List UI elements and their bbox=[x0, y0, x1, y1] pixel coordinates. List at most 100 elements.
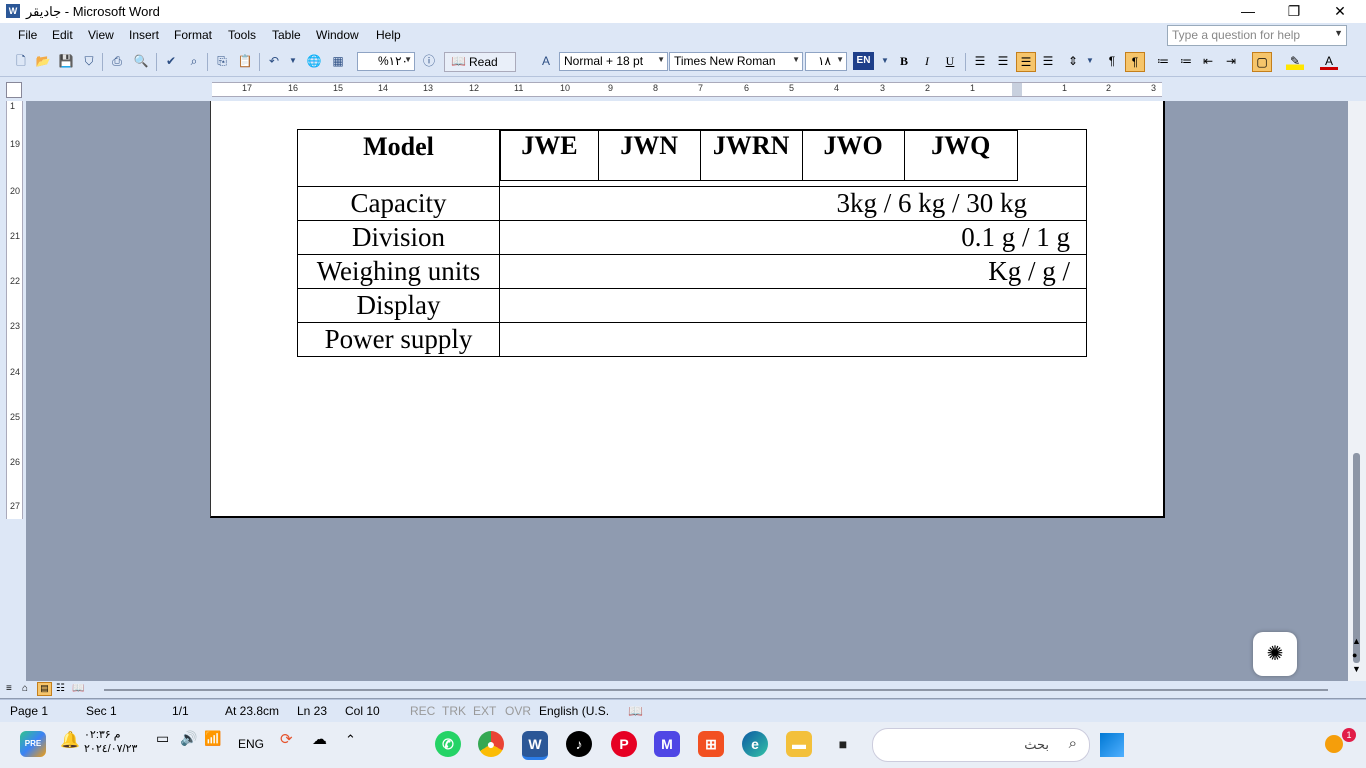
onedrive-icon[interactable]: ☁ bbox=[312, 730, 327, 748]
pinterest-icon[interactable]: P bbox=[611, 731, 637, 757]
undo-icon[interactable]: ↶ bbox=[265, 52, 283, 70]
tab-selector[interactable] bbox=[6, 82, 22, 98]
row-value-power-supply[interactable] bbox=[499, 322, 1087, 357]
specification-table[interactable]: Model JWE JWN JWRN JWO JWQ Capacity 3kg … bbox=[297, 129, 1087, 357]
model-jwrn[interactable]: JWRN bbox=[699, 130, 803, 181]
font-size-dropdown[interactable]: ۱۸ ▼ bbox=[805, 52, 847, 71]
chevron-down-icon[interactable]: ▼ bbox=[284, 52, 302, 70]
row-value-display[interactable] bbox=[499, 288, 1087, 323]
print-layout-icon[interactable]: ▤ bbox=[37, 682, 52, 696]
styles-icon[interactable]: A bbox=[537, 52, 555, 70]
insert-table-icon[interactable]: ▦ bbox=[329, 52, 347, 70]
highlight-icon[interactable]: ✎ bbox=[1286, 52, 1304, 70]
model-jwo[interactable]: JWO bbox=[801, 130, 905, 181]
copy-icon[interactable]: ⎘ bbox=[213, 52, 231, 70]
normal-view-icon[interactable]: ≡ bbox=[6, 683, 12, 694]
hyperlink-icon[interactable]: 🌐 bbox=[305, 52, 323, 70]
spelling-icon[interactable]: ✔ bbox=[162, 52, 180, 70]
clock[interactable]: ۰۲:۳۶ م ۲۰۲٤/۰۷/۲۳ bbox=[84, 728, 137, 756]
browse-object-icon[interactable]: ● bbox=[1352, 650, 1357, 660]
file-explorer-icon[interactable]: ▬ bbox=[786, 731, 812, 757]
wifi-icon[interactable]: 📶 bbox=[204, 730, 221, 747]
help-icon[interactable]: ⓘ bbox=[420, 52, 438, 70]
widgets-icon[interactable]: PRE bbox=[20, 731, 46, 757]
font-dropdown[interactable]: Times New Roman ▼ bbox=[669, 52, 803, 71]
menu-table[interactable]: Table bbox=[272, 28, 301, 42]
outline-view-icon[interactable]: ☷ bbox=[56, 683, 65, 694]
notification-app-icon[interactable] bbox=[1325, 735, 1343, 753]
borders-icon[interactable]: ▢ bbox=[1252, 52, 1272, 72]
input-language[interactable]: ENG bbox=[238, 737, 264, 751]
paste-icon[interactable]: 📋 bbox=[236, 52, 254, 70]
web-view-icon[interactable]: ⌂ bbox=[22, 683, 28, 694]
row-label-power-supply[interactable]: Power supply bbox=[297, 322, 500, 357]
chevron-down-icon[interactable]: ▼ bbox=[1081, 52, 1099, 70]
menu-tools[interactable]: Tools bbox=[228, 28, 256, 42]
app-m-icon[interactable]: M bbox=[654, 731, 680, 757]
style-dropdown[interactable]: Normal + 18 pt ▼ bbox=[559, 52, 668, 71]
save-icon[interactable]: 💾 bbox=[57, 52, 75, 70]
permission-icon[interactable]: ⛉ bbox=[80, 52, 98, 70]
whatsapp-icon[interactable]: ✆ bbox=[435, 731, 461, 757]
tiktok-icon[interactable]: ♪ bbox=[566, 731, 592, 757]
row-label-capacity[interactable]: Capacity bbox=[297, 186, 500, 221]
status-ext[interactable]: EXT bbox=[473, 704, 496, 718]
menu-format[interactable]: Format bbox=[174, 28, 212, 42]
row-label-display[interactable]: Display bbox=[297, 288, 500, 323]
bell-icon[interactable]: 🔔 bbox=[60, 730, 80, 750]
minimize-button[interactable]: — bbox=[1225, 0, 1271, 23]
next-page-icon[interactable]: ▼ bbox=[1352, 664, 1361, 674]
word-taskbar-icon[interactable]: W bbox=[522, 731, 548, 760]
row-label-division[interactable]: Division bbox=[297, 220, 500, 255]
sync-icon[interactable]: ⟳ bbox=[280, 730, 293, 748]
chevron-down-icon[interactable]: ▼ bbox=[876, 52, 894, 70]
model-jwn[interactable]: JWN bbox=[597, 130, 701, 181]
models-header-cell[interactable]: JWE JWN JWRN JWO JWQ bbox=[499, 129, 1087, 187]
reading-view-icon[interactable]: 📖 bbox=[72, 683, 84, 694]
numbering-icon[interactable]: ≔ bbox=[1154, 52, 1172, 70]
horizontal-scrollbar[interactable] bbox=[104, 689, 1328, 691]
underline-button[interactable]: U bbox=[941, 52, 959, 70]
print-icon[interactable]: ⎙ bbox=[108, 52, 126, 70]
print-preview-icon[interactable]: 🔍 bbox=[132, 52, 150, 70]
zoom-dropdown[interactable]: %۱۲۰ ▼ bbox=[357, 52, 415, 71]
read-button[interactable]: 📖 Read bbox=[444, 52, 516, 72]
model-header-cell[interactable]: Model bbox=[297, 129, 500, 187]
row-value-division[interactable]: 0.1 g / 1 g bbox=[499, 220, 1087, 255]
new-document-icon[interactable]: 🗋 bbox=[12, 52, 30, 70]
vertical-ruler[interactable]: 1 19 20 21 22 23 24 25 26 27 bbox=[6, 101, 23, 519]
row-label-weighing-units[interactable]: Weighing units bbox=[297, 254, 500, 289]
font-color-icon[interactable]: A bbox=[1320, 52, 1338, 70]
increase-indent-icon[interactable]: ⇥ bbox=[1222, 52, 1240, 70]
line-spacing-icon[interactable]: ⇕ bbox=[1064, 52, 1082, 70]
close-button[interactable]: ✕ bbox=[1317, 0, 1363, 23]
decrease-indent-icon[interactable]: ⇤ bbox=[1199, 52, 1217, 70]
align-right-icon[interactable]: ☰ bbox=[1016, 52, 1036, 72]
row-value-weighing-units[interactable]: Kg / g / bbox=[499, 254, 1087, 289]
row-value-capacity[interactable]: 3kg / 6 kg / 30 kg bbox=[499, 186, 1087, 221]
align-left-icon[interactable]: ☰ bbox=[971, 52, 989, 70]
align-center-icon[interactable]: ☰ bbox=[994, 52, 1012, 70]
spelling-status-icon[interactable]: 📖 bbox=[628, 704, 643, 718]
scrollbar-thumb[interactable] bbox=[1353, 453, 1360, 663]
italic-button[interactable]: I bbox=[918, 52, 936, 70]
menu-edit[interactable]: Edit bbox=[52, 28, 73, 42]
status-trk[interactable]: TRK bbox=[442, 704, 466, 718]
model-jwe[interactable]: JWE bbox=[500, 130, 599, 181]
menu-help[interactable]: Help bbox=[376, 28, 401, 42]
bold-button[interactable]: B bbox=[895, 52, 913, 70]
previous-page-icon[interactable]: ▲ bbox=[1352, 636, 1361, 646]
windows-start-icon[interactable] bbox=[1100, 733, 1124, 757]
menu-file[interactable]: File bbox=[18, 28, 37, 42]
vertical-scrollbar[interactable]: ▲ ● ▼ bbox=[1348, 101, 1366, 681]
chevron-down-icon[interactable]: ▼ bbox=[1334, 28, 1343, 38]
battery-icon[interactable]: ▭ bbox=[156, 730, 169, 747]
help-search-input[interactable]: Type a question for help ▼ bbox=[1167, 25, 1347, 46]
menu-window[interactable]: Window bbox=[316, 28, 359, 42]
rtl-paragraph-icon[interactable]: ¶ bbox=[1125, 52, 1145, 72]
chevron-down-icon[interactable]: ▼ bbox=[792, 55, 800, 64]
restore-button[interactable]: ❐ bbox=[1271, 0, 1317, 23]
volume-icon[interactable]: 🔊 bbox=[180, 730, 197, 747]
status-language[interactable]: English (U.S. bbox=[539, 704, 609, 718]
research-icon[interactable]: ⌕ bbox=[185, 52, 203, 70]
